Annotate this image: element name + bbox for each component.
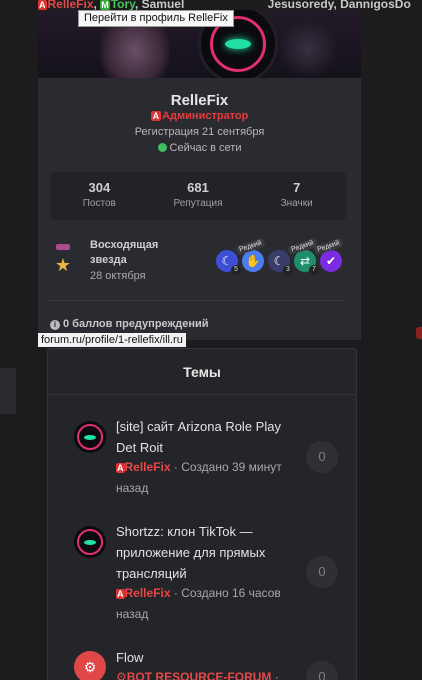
rare-label: Редкий — [235, 237, 266, 256]
topic-avatar[interactable] — [74, 421, 106, 453]
handshake-badge-icon[interactable]: ✋ Редкий — [235, 237, 266, 274]
topic-title[interactable]: [site] сайт Arizona Role Play Det Roit — [116, 416, 296, 458]
rising-star-icon[interactable]: ★ — [53, 244, 73, 278]
stat-value: 7 — [293, 180, 301, 195]
profile-role: A Администратор — [38, 110, 361, 122]
award-date: 28 октября — [90, 270, 146, 282]
profile-tooltip: Перейти в профиль RelleFix — [78, 10, 234, 27]
stat-posts[interactable]: 304 Постов — [50, 172, 149, 220]
badge-count: 7 — [309, 265, 319, 275]
topic-title[interactable]: Shortzz: клон TikTok — приложение для пр… — [116, 521, 296, 584]
topic-meta: ⚙BOT RESOURCE-FORUM · — [116, 667, 301, 680]
topic-author[interactable]: ARelleFix — [116, 586, 171, 600]
topic-title[interactable]: Flow — [116, 647, 296, 668]
award-title: Восходящая звезда — [90, 239, 159, 266]
profile-registration: Регистрация 21 сентября — [134, 126, 265, 138]
profile-name[interactable]: RelleFix — [38, 92, 361, 109]
stat-reputation[interactable]: 681 Репутация — [149, 172, 248, 220]
admin-tag-icon: A — [116, 589, 125, 599]
stat-label: Значки — [280, 198, 313, 209]
profile-online-status: Сейчас в сети — [38, 142, 361, 154]
status-label: Сейчас в сети — [169, 142, 242, 154]
stat-value: 681 — [187, 180, 209, 195]
admin-tag-icon: A — [116, 463, 125, 473]
profile-card: RelleFix A Администратор Регистрация 21 с… — [38, 78, 361, 340]
topic-avatar[interactable] — [74, 526, 106, 558]
topic-meta-text: · — [271, 670, 279, 680]
topic-author[interactable]: ⚙BOT RESOURCE-FORUM — [116, 670, 271, 680]
divider — [50, 300, 346, 301]
check-badge-icon[interactable]: ✔ Редкий — [313, 237, 344, 274]
side-indicator — [416, 327, 422, 339]
admin-tag-icon: A — [38, 0, 47, 10]
moderator-tag-icon: M — [100, 0, 110, 10]
stat-label: Репутация — [173, 198, 223, 209]
topic-replies-count: 0 — [306, 661, 338, 680]
online-dot-icon — [157, 143, 167, 152]
status-bar-url: forum.ru/profile/1-rellefix/ill.ru — [38, 333, 186, 347]
topic-author[interactable]: ARelleFix — [116, 460, 171, 474]
bot-avatar-icon[interactable]: ⚙ — [74, 651, 106, 680]
status-url: forum.ru/profile/1-rellefix/ — [41, 334, 163, 346]
stat-badges[interactable]: 7 Значки — [247, 172, 346, 220]
rare-label: Редкий — [313, 237, 344, 256]
topics-panel: Темы [site] сайт Arizona Role Play Det R… — [47, 348, 357, 680]
topic-replies-count: 0 — [306, 441, 338, 473]
side-panel-edge — [0, 368, 16, 414]
topic-meta: ARelleFix · Создано 39 минут назад — [116, 457, 301, 498]
status-url-tail: ill.ru — [162, 334, 183, 346]
topic-meta: ARelleFix · Создано 16 часов назад — [116, 583, 301, 624]
cover-figure — [278, 20, 338, 78]
stat-value: 304 — [88, 180, 111, 195]
warning-points[interactable]: i0 баллов предупреждений — [50, 318, 209, 330]
profile-stats: 304 Постов 681 Репутация 7 Значки — [50, 172, 346, 220]
stat-label: Постов — [82, 198, 116, 209]
role-label: Администратор — [162, 110, 249, 122]
bot-icon: ⚙ — [116, 670, 127, 680]
admin-tag-icon: A — [150, 111, 162, 121]
warning-label: 0 баллов предупреждений — [63, 318, 209, 330]
info-icon: i — [50, 320, 60, 330]
badge-count: 5 — [231, 265, 241, 275]
topics-heading: Темы — [48, 349, 356, 395]
badge-count: 3 — [283, 265, 293, 275]
badge-list: ☾ 5 ✋ Редкий ☾ 3 ⇄ Редкий 7 ✔ Редкий — [210, 237, 360, 276]
topic-replies-count: 0 — [306, 556, 338, 588]
